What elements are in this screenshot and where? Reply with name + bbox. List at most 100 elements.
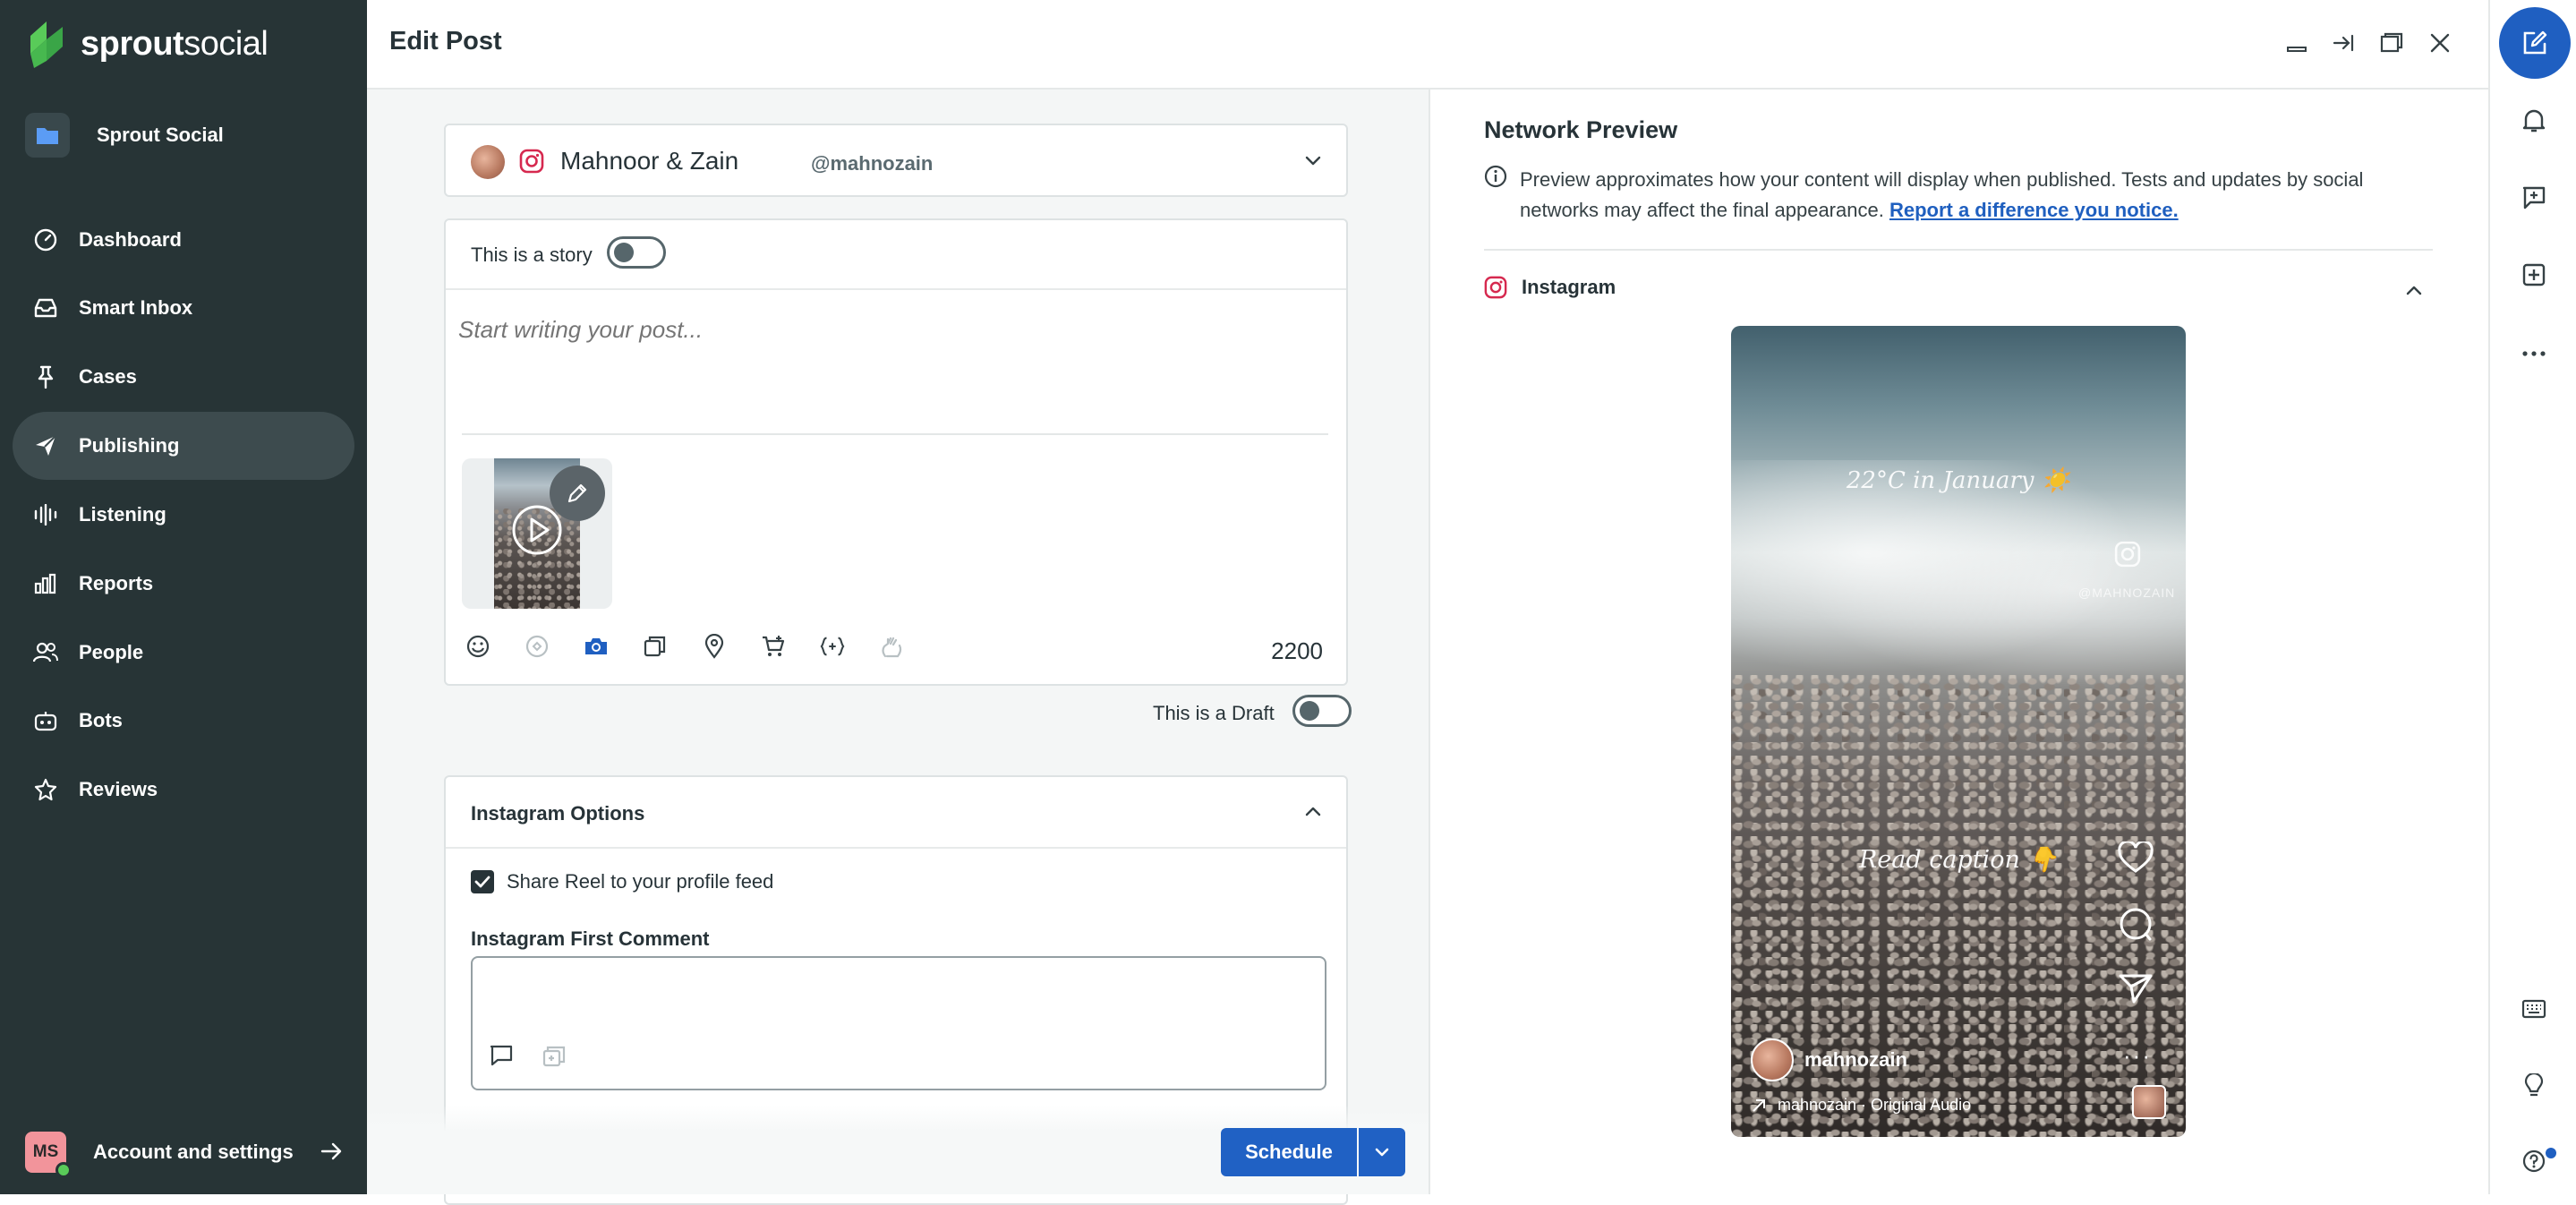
more-options-icon: ··· xyxy=(2123,1042,2152,1069)
report-difference-link[interactable]: Report a difference you notice. xyxy=(1889,199,2179,221)
tips-button[interactable] xyxy=(2521,1073,2547,1099)
paper-plane-icon xyxy=(32,432,59,459)
close-button[interactable] xyxy=(2424,27,2456,59)
reel-audio-label: mahnozain · Original Audio xyxy=(1778,1096,1972,1114)
schedule-options-button[interactable] xyxy=(1359,1128,1405,1176)
expand-button[interactable] xyxy=(2376,27,2408,59)
notifications-button[interactable] xyxy=(2521,107,2547,134)
chat-plus-icon xyxy=(2522,186,2546,209)
account-settings[interactable]: MS Account and settings xyxy=(25,1132,294,1178)
waveform-icon xyxy=(32,501,59,528)
sidebar-item-label: Reviews xyxy=(79,778,158,800)
sidebar-item-reviews[interactable]: Reviews xyxy=(13,756,354,824)
sprout-social-logo[interactable]: sproutsocial xyxy=(25,20,269,68)
instagram-preview-label: Instagram xyxy=(1522,276,1616,298)
edit-media-button[interactable] xyxy=(550,466,605,521)
pencil-icon xyxy=(567,483,587,503)
sidebar-item-people[interactable]: People xyxy=(13,619,354,687)
workspace-switcher[interactable]: Sprout Social xyxy=(25,113,224,158)
inbox-icon xyxy=(32,295,59,321)
toggle-knob xyxy=(1300,701,1319,721)
star-icon xyxy=(32,776,59,803)
lightbulb-icon xyxy=(2524,1073,2544,1097)
story-toggle-row: This is a story xyxy=(446,220,1346,290)
draft-toggle[interactable] xyxy=(1292,695,1352,727)
audio-thumbnail xyxy=(2132,1085,2166,1119)
toggle-knob xyxy=(614,243,634,262)
composer-panel: Mahnoor & Zain @mahnozain This is a stor… xyxy=(367,90,1429,1205)
sidebar-item-dashboard[interactable]: Dashboard xyxy=(13,206,354,274)
sidebar-item-smart-inbox[interactable]: Smart Inbox xyxy=(13,274,354,342)
minimize-button[interactable] xyxy=(2281,27,2313,59)
keyboard-shortcuts-button[interactable] xyxy=(2521,996,2547,1022)
arrow-right-icon[interactable] xyxy=(320,1142,342,1160)
post-text-input[interactable] xyxy=(458,303,1318,356)
sidebar-item-publishing[interactable]: Publishing xyxy=(13,412,354,480)
camera-icon[interactable] xyxy=(584,634,609,659)
info-icon xyxy=(1484,165,1507,188)
bell-icon xyxy=(2522,109,2546,132)
modal-header: Edit Post xyxy=(367,0,2488,90)
pin-icon xyxy=(32,363,59,390)
dashboard-icon xyxy=(32,226,59,253)
account-label: Account and settings xyxy=(93,1141,294,1163)
page-title: Edit Post xyxy=(389,27,502,56)
bot-icon xyxy=(32,707,59,734)
messages-button[interactable] xyxy=(2521,184,2547,211)
schedule-button[interactable]: Schedule xyxy=(1221,1128,1357,1176)
reel-caption-top: 22°C in January ☀️ xyxy=(1846,467,2071,494)
share-reel-checkbox[interactable] xyxy=(471,870,494,893)
share-reel-label: Share Reel to your profile feed xyxy=(507,870,774,893)
sidebar-item-label: Listening xyxy=(79,503,166,526)
first-comment-input[interactable] xyxy=(471,956,1326,1090)
gallery-icon[interactable] xyxy=(643,634,668,659)
chevron-down-icon[interactable] xyxy=(1303,150,1323,170)
sidebar-item-label: Bots xyxy=(79,709,123,731)
folder-icon xyxy=(25,113,70,158)
logo-text-light: social xyxy=(183,24,269,63)
chevron-down-icon xyxy=(1375,1148,1389,1157)
sidebar-item-label: Cases xyxy=(79,365,137,388)
checkmark-icon xyxy=(474,876,490,888)
reel-author: mahnozain xyxy=(1751,1038,1907,1081)
variables-icon[interactable] xyxy=(820,634,845,659)
sidebar-item-label: Smart Inbox xyxy=(79,296,193,319)
speech-bubble-icon[interactable] xyxy=(489,1044,514,1067)
collapse-button[interactable] xyxy=(2327,27,2359,59)
reel-audio: mahnozain · Original Audio xyxy=(1751,1096,1971,1115)
emoji-icon[interactable] xyxy=(465,634,490,659)
chevron-up-icon[interactable] xyxy=(2404,281,2424,301)
profile-name: Mahnoor & Zain xyxy=(560,147,739,175)
add-button[interactable] xyxy=(2521,261,2547,288)
preview-disclaimer: Preview approximates how your content wi… xyxy=(1520,165,2415,226)
sidebar-item-reports[interactable]: Reports xyxy=(13,550,354,618)
more-button[interactable] xyxy=(2521,340,2547,367)
ai-assist-icon[interactable] xyxy=(525,634,550,659)
logo-text-bold: sprout xyxy=(81,24,184,63)
sidebar-item-bots[interactable]: Bots xyxy=(13,687,354,755)
shopping-cart-icon[interactable] xyxy=(761,634,786,659)
instagram-options-header[interactable]: Instagram Options xyxy=(446,777,1346,849)
location-pin-icon[interactable] xyxy=(702,634,727,659)
hand-icon[interactable] xyxy=(879,634,904,659)
help-button[interactable] xyxy=(2521,1148,2547,1175)
network-preview-title: Network Preview xyxy=(1484,116,1678,143)
sidebar-item-cases[interactable]: Cases xyxy=(13,343,354,411)
post-editor: This is a story 2200 xyxy=(444,218,1348,686)
sprout-leaf-icon xyxy=(30,21,63,68)
profile-selector[interactable]: Mahnoor & Zain @mahnozain xyxy=(444,124,1348,197)
story-toggle[interactable] xyxy=(607,236,666,269)
reel-foam-layer xyxy=(1731,460,2186,693)
sidebar-item-listening[interactable]: Listening xyxy=(13,481,354,549)
media-attachment[interactable] xyxy=(462,458,612,609)
chevron-up-icon[interactable] xyxy=(1303,802,1323,822)
ellipsis-icon xyxy=(2522,351,2546,356)
heart-icon xyxy=(2118,842,2154,873)
avatar: MS xyxy=(25,1132,72,1178)
workspace-label: Sprout Social xyxy=(97,124,224,146)
instagram-preview-header[interactable]: Instagram xyxy=(1484,276,1616,299)
add-media-icon[interactable] xyxy=(542,1046,566,1067)
avatar-initials: MS xyxy=(32,1142,59,1161)
reel-preview: 22°C in January ☀️ @MAHNOZAIN Read capti… xyxy=(1731,326,2186,1137)
compose-button[interactable] xyxy=(2499,7,2571,79)
